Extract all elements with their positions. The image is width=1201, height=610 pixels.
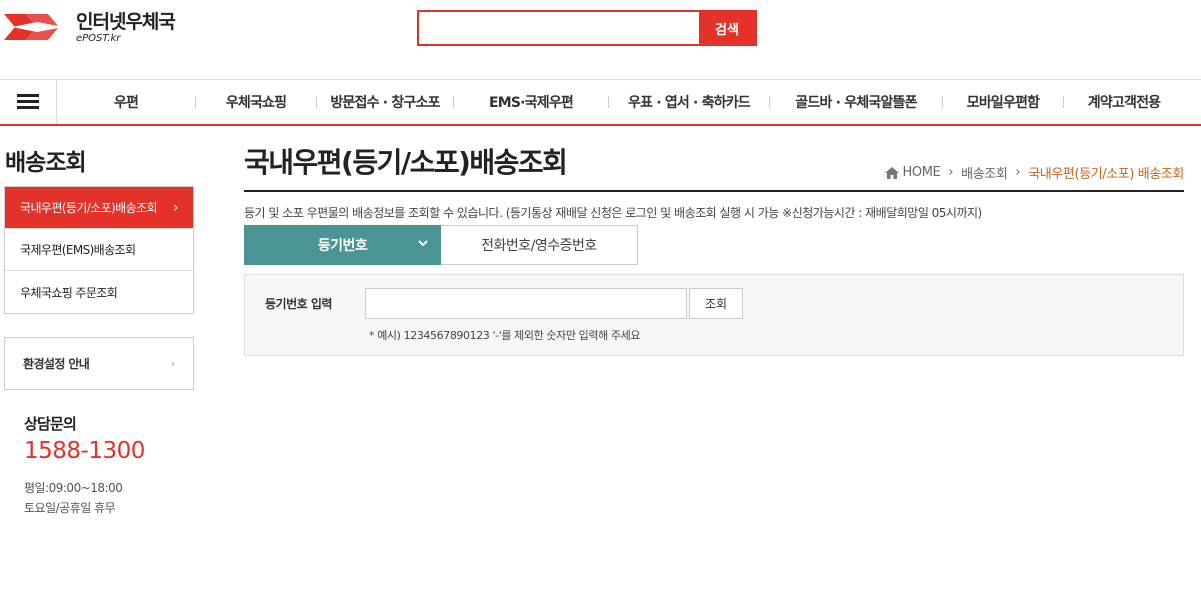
tracking-form: 등기번호 입력 조회 * 예시) 1234567890123 '-'를 제외한 … bbox=[244, 274, 1184, 356]
search-input[interactable] bbox=[419, 12, 699, 44]
title-divider bbox=[244, 190, 1184, 192]
page-description: 등기 및 소포 우편물의 배송정보를 조회할 수 있습니다. (등기통상 재배달… bbox=[244, 206, 982, 220]
header: 인터넷우체국 ePOST.kr 검색 bbox=[0, 0, 1201, 80]
gnb-item-goldbar[interactable]: 골드바 · 우체국알뜰폰 bbox=[770, 80, 942, 124]
lnb-menu: 국내우편(등기/소포)배송조회 › 국제우편(EMS)배송조회 우체국쇼핑 주문… bbox=[4, 186, 194, 314]
lnb-title: 배송조회 bbox=[5, 150, 87, 176]
breadcrumb-separator-icon: › bbox=[1015, 165, 1021, 180]
logo-title: 인터넷우체국 bbox=[76, 10, 176, 33]
tab-registered-number[interactable]: 등기번호 bbox=[244, 225, 441, 265]
tab-phone-receipt[interactable]: 전화번호/영수증번호 bbox=[441, 225, 638, 265]
env-settings-label: 환경설정 안내 bbox=[23, 357, 90, 371]
lnb-item-label: 국내우편(등기/소포)배송조회 bbox=[20, 201, 157, 215]
gnb-item-stamps[interactable]: 우표 · 엽서 · 축하카드 bbox=[609, 80, 769, 124]
gnb-item-contract-customer[interactable]: 계약고객전용 bbox=[1064, 80, 1184, 124]
search-button[interactable]: 검색 bbox=[699, 12, 755, 44]
breadcrumb-tracking[interactable]: 배송조회 bbox=[961, 163, 1008, 182]
logo-subtitle: ePOST.kr bbox=[76, 32, 121, 44]
search-type-tabs: 등기번호 전화번호/영수증번호 bbox=[244, 225, 638, 265]
lnb-item-ems-tracking[interactable]: 국제우편(EMS)배송조회 bbox=[5, 229, 193, 271]
tab-label: 등기번호 bbox=[317, 238, 368, 254]
gnb-item-ems[interactable]: EMS·국제우편 bbox=[454, 80, 608, 124]
cs-title: 상담문의 bbox=[24, 415, 77, 433]
breadcrumb-separator-icon: › bbox=[948, 165, 954, 180]
input-hint: * 예시) 1234567890123 '-'를 제외한 숫자만 입력해 주세요 bbox=[369, 329, 641, 342]
epost-logo-icon bbox=[4, 14, 64, 40]
breadcrumb: HOME › 배송조회 › 국내우편(등기/소포) 배송조회 bbox=[884, 163, 1184, 182]
global-nav: 우편 우체국쇼핑 방문접수 · 창구소포 EMS·국제우편 우표 · 엽서 · … bbox=[0, 79, 1201, 126]
tab-label: 전화번호/영수증번호 bbox=[481, 238, 597, 254]
customer-service: 상담문의 1588-1300 평일:09:00~18:00 토요일/공휴일 휴무 bbox=[24, 413, 145, 518]
tracking-number-label: 등기번호 입력 bbox=[265, 297, 332, 311]
chevron-right-icon: › bbox=[170, 357, 175, 370]
lookup-button[interactable]: 조회 bbox=[689, 288, 743, 319]
gnb-item-shopping[interactable]: 우체국쇼핑 bbox=[196, 80, 316, 124]
search-box: 검색 bbox=[417, 10, 757, 46]
home-icon bbox=[884, 166, 899, 179]
chevron-down-icon bbox=[418, 240, 428, 247]
hamburger-menu-button[interactable] bbox=[0, 80, 57, 124]
cs-hours-weekday: 평일:09:00~18:00 bbox=[24, 481, 123, 495]
cs-hours-weekend: 토요일/공휴일 휴무 bbox=[24, 501, 116, 515]
lnb-item-domestic-tracking[interactable]: 국내우편(등기/소포)배송조회 › bbox=[5, 187, 193, 229]
tracking-number-input[interactable] bbox=[365, 288, 687, 319]
epost-logo[interactable]: 인터넷우체국 ePOST.kr bbox=[4, 10, 176, 44]
breadcrumb-home[interactable]: HOME bbox=[903, 165, 941, 180]
gnb-item-visit-pickup[interactable]: 방문접수 · 창구소포 bbox=[317, 80, 453, 124]
lnb-item-label: 우체국쇼핑 주문조회 bbox=[20, 285, 118, 300]
lnb-item-shopping-order[interactable]: 우체국쇼핑 주문조회 bbox=[5, 271, 193, 313]
gnb-item-mobile-mailbox[interactable]: 모바일우편함 bbox=[943, 80, 1063, 124]
breadcrumb-current: 국내우편(등기/소포) 배송조회 bbox=[1028, 167, 1184, 182]
hamburger-icon bbox=[17, 94, 39, 110]
lnb-item-label: 국제우편(EMS)배송조회 bbox=[20, 243, 136, 257]
cs-phone: 1588-1300 bbox=[24, 438, 145, 464]
env-settings-link[interactable]: 환경설정 안내 › bbox=[4, 337, 194, 390]
chevron-right-icon: › bbox=[173, 199, 179, 216]
gnb-item-mail[interactable]: 우편 bbox=[57, 80, 195, 124]
page-title: 국내우편(등기/소포)배송조회 bbox=[244, 146, 568, 179]
